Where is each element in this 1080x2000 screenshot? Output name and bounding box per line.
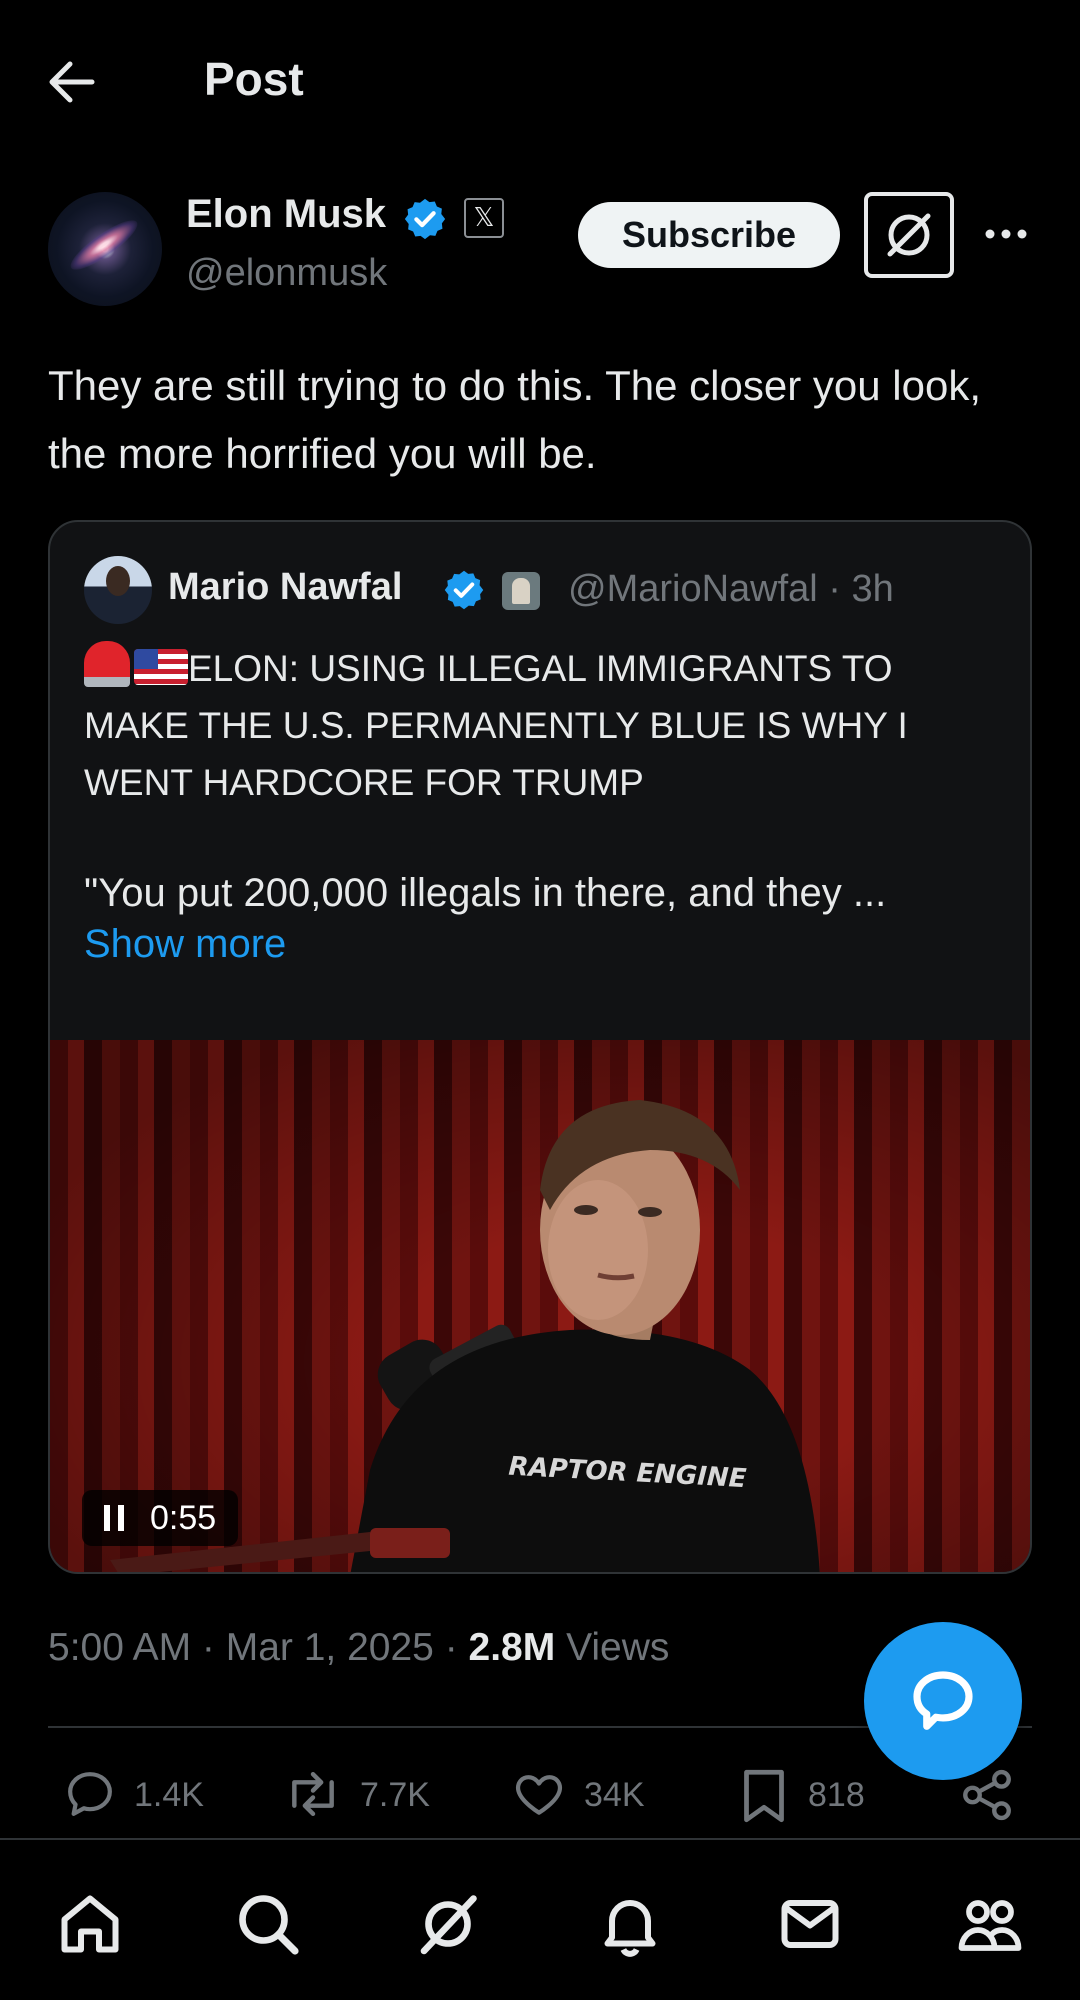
pause-icon[interactable] <box>102 1504 126 1532</box>
show-more-link[interactable]: Show more <box>84 922 286 967</box>
subscribe-button[interactable]: Subscribe <box>578 202 840 268</box>
repost-button[interactable]: 7.7K <box>282 1766 442 1826</box>
us-flag-emoji-icon <box>134 649 188 685</box>
quoted-author-name[interactable]: Mario Nawfal <box>168 566 402 609</box>
back-arrow-icon <box>49 61 95 103</box>
post-meta: 5:00 AM · Mar 1, 2025 · 2.8M Views <box>48 1626 669 1670</box>
author-handle[interactable]: @elonmusk <box>186 252 387 295</box>
chat-bubble-icon <box>913 1671 973 1730</box>
nav-communities[interactable] <box>954 1888 1026 1960</box>
notifications-icon <box>604 1900 656 1957</box>
more-options-button[interactable] <box>984 222 1028 246</box>
heart-icon <box>515 1775 563 1815</box>
repost-icon <box>292 1771 334 1817</box>
repost-count: 7.7K <box>360 1776 430 1814</box>
bookmark-button[interactable]: 818 <box>738 1766 878 1826</box>
reply-button[interactable]: 1.4K <box>62 1766 222 1826</box>
nav-search[interactable] <box>232 1888 304 1960</box>
nav-grok[interactable] <box>412 1888 484 1960</box>
video-duration: 0:55 <box>150 1499 217 1537</box>
post-text: They are still trying to do this. The cl… <box>48 362 981 477</box>
bottom-nav <box>0 1838 1080 2000</box>
video-player[interactable]: RAPTOR ENGINE 0:55 <box>50 1040 1030 1572</box>
views-count: 2.8M <box>468 1626 556 1669</box>
verified-badge-icon <box>402 196 448 242</box>
messages-icon <box>781 1900 839 1948</box>
author-name[interactable]: Elon Musk <box>186 192 386 237</box>
post-timestamp: 5:00 AM · Mar 1, 2025 · <box>48 1626 469 1669</box>
compose-reply-button[interactable] <box>864 1622 1022 1780</box>
home-icon <box>61 1895 119 1953</box>
nav-notifications[interactable] <box>594 1888 666 1960</box>
grok-button[interactable] <box>864 192 954 278</box>
bookmark-icon <box>744 1769 784 1823</box>
grok-icon <box>887 213 931 257</box>
quoted-author-avatar[interactable] <box>84 556 152 624</box>
views-label: Views <box>555 1626 670 1669</box>
grok-icon <box>420 1895 477 1955</box>
author-avatar[interactable] <box>48 192 162 306</box>
communities-icon <box>958 1900 1022 1951</box>
affiliation-badge[interactable]: 𝕏 <box>464 198 504 238</box>
back-button[interactable] <box>44 50 104 114</box>
affiliation-badge-icon[interactable] <box>502 572 540 610</box>
reply-count: 1.4K <box>134 1776 204 1814</box>
like-count: 34K <box>584 1776 645 1814</box>
video-timer[interactable]: 0:55 <box>82 1490 238 1546</box>
like-button[interactable]: 34K <box>510 1766 670 1826</box>
bookmark-count: 818 <box>808 1776 865 1814</box>
search-icon <box>239 1895 299 1955</box>
nav-home[interactable] <box>54 1888 126 1960</box>
verified-badge-icon <box>442 568 486 612</box>
siren-emoji-icon <box>84 641 130 687</box>
nav-messages[interactable] <box>774 1888 846 1960</box>
quoted-excerpt: "You put 200,000 illegals in there, and … <box>84 871 887 915</box>
quoted-post[interactable]: Mario Nawfal @MarioNawfal · 3h ELON: USI… <box>48 520 1032 1574</box>
quoted-handle-time: @MarioNawfal · 3h <box>568 568 894 610</box>
reply-icon <box>68 1772 112 1816</box>
page-title: Post <box>204 53 304 105</box>
more-icon <box>985 229 1027 239</box>
quoted-headline: ELON: USING ILLEGAL IMMIGRANTS TO MAKE T… <box>84 640 1004 811</box>
